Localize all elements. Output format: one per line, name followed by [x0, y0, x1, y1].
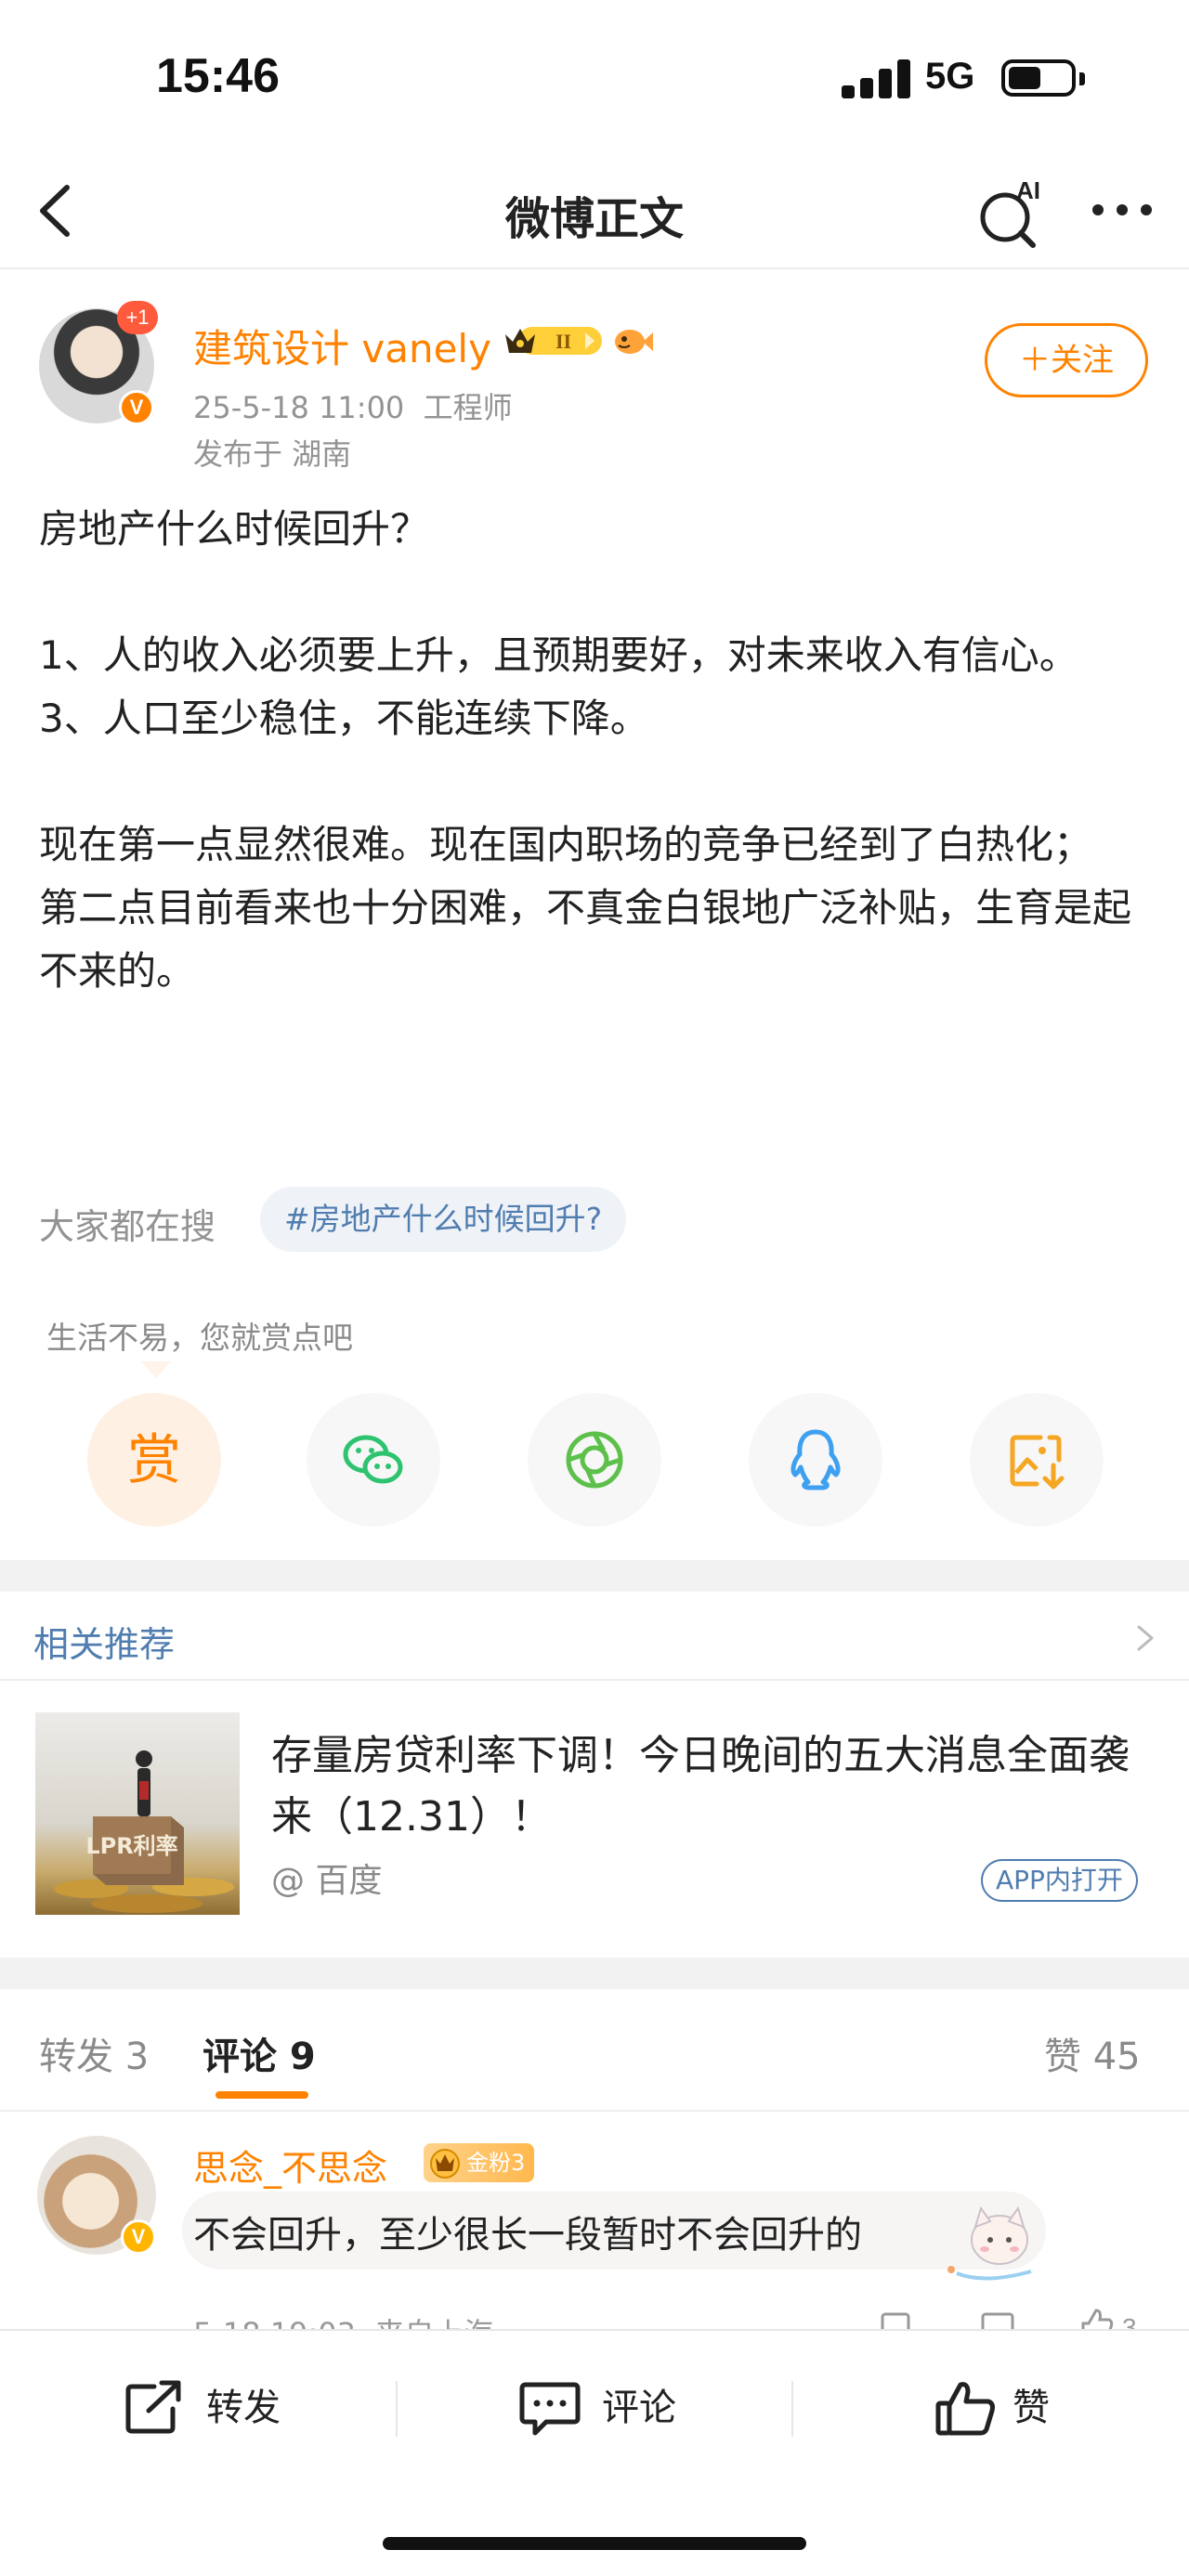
open-in-app-button[interactable]: APP内打开 [981, 1859, 1138, 1902]
nav-bar: 微博正文 AI [0, 158, 1189, 269]
battery-cap [1079, 72, 1085, 85]
post-location: 发布于 湖南 [193, 436, 352, 472]
like-icon [935, 2382, 995, 2436]
qq-icon [790, 1429, 841, 1490]
member-level-badge[interactable]: II [502, 321, 606, 360]
post-paragraph: 现在第一点显然很难。现在国内职场的竞争已经到了白热化； [39, 822, 1093, 867]
post-paragraph: 房地产什么时候回升？ [39, 506, 430, 552]
avatar-update-badge: +1 [117, 301, 158, 334]
save-image-button[interactable] [970, 1393, 1104, 1527]
comment-icon [519, 2382, 581, 2436]
fan-fish-icon [609, 323, 654, 360]
related-headline[interactable]: 存量房贷利率下调！今日晚间的五大消息全面袭来（12.31）！ [271, 1725, 1154, 1848]
save-image-icon [1010, 1435, 1065, 1490]
follow-button[interactable]: ＋关注 [985, 323, 1148, 397]
commenter-avatar[interactable]: V [37, 2136, 156, 2255]
status-time: 15:46 [156, 49, 280, 103]
section-divider [0, 1560, 1189, 1592]
tabs-divider [0, 2110, 1189, 2112]
fan-crown-icon [430, 2149, 460, 2179]
comment-button[interactable]: 评论 [518, 2375, 704, 2440]
more-icon[interactable] [1085, 191, 1159, 228]
verified-badge: V [119, 390, 154, 425]
status-bar: 15:46 5G [0, 0, 1189, 158]
post-meta: 25-5-18 11:00 工程师 [193, 390, 513, 425]
post-paragraph [39, 561, 1154, 624]
member-level-text: II [555, 330, 571, 353]
related-thumbnail[interactable]: LPR利率 [35, 1712, 240, 1915]
tab-reposts[interactable]: 转发 3 [39, 2026, 149, 2080]
battery-icon [1001, 59, 1076, 97]
bottom-separator [791, 2381, 793, 2437]
repost-button[interactable]: 转发 [123, 2375, 308, 2440]
bottom-action-bar: 转发 评论 赞 [0, 2329, 1189, 2576]
related-divider [0, 1679, 1189, 1681]
like-button[interactable]: 赞 [934, 2375, 1092, 2440]
ai-search-icon[interactable]: AI [975, 175, 1050, 249]
verified-badge: V [121, 2219, 156, 2255]
wechat-share-button[interactable] [307, 1393, 440, 1527]
author-name[interactable]: 建筑设计 vanely [193, 318, 491, 374]
tab-likes[interactable]: 赞 45 [1044, 2026, 1141, 2080]
hint-caret [141, 1361, 171, 1380]
active-tab-indicator [216, 2091, 308, 2099]
related-source: @ 百度 [271, 1862, 383, 1900]
trending-search-label: 大家都在搜 [39, 1206, 216, 1247]
tab-comments[interactable]: 评论 9 [203, 2026, 316, 2080]
network-type: 5G [925, 56, 975, 97]
comment-text: 不会回升，至少很长一段暂时不会回升的 [193, 2214, 862, 2257]
post-body: 房地产什么时候回升？ 1、人的收入必须要上升，且预期要好，对未来收入有信心。 3… [39, 498, 1154, 1003]
trending-search-tag[interactable]: #房地产什么时候回升? [260, 1187, 627, 1252]
repost-icon [125, 2380, 181, 2434]
home-indicator[interactable] [383, 2537, 806, 2550]
fan-level-text: 金粉3 [466, 2150, 526, 2176]
post-paragraph [39, 750, 1154, 813]
post-paragraph: 第二点目前看来也十分困难，不真金白银地广泛补贴，生育是起不来的。 [39, 885, 1132, 994]
fan-level-badge: 金粉3 [424, 2143, 535, 2182]
post-paragraph: 1、人的收入必须要上升，且预期要好，对未来收入有信心。 [39, 632, 1078, 678]
repost-label: 转发 [206, 2387, 281, 2429]
wechat-icon [343, 1435, 403, 1484]
reward-button[interactable]: 赏 [87, 1393, 221, 1527]
signal-icon [842, 59, 910, 98]
bottom-separator [396, 2381, 398, 2437]
ai-label: AI [1016, 176, 1040, 204]
commenter-name[interactable]: 思念_不思念 [193, 2140, 387, 2191]
author-avatar[interactable]: +1 V [39, 301, 158, 425]
qq-share-button[interactable] [749, 1393, 882, 1527]
related-recommendations-title[interactable]: 相关推荐 [33, 1616, 175, 1667]
thumbnail-label: LPR利率 [85, 1833, 177, 1859]
post-paragraph: 3、人口至少稳住，不能连续下降。 [39, 696, 649, 741]
reward-hint: 生活不易，您就赏点吧 [46, 1320, 353, 1356]
chevron-right-icon[interactable] [1131, 1620, 1159, 1657]
moments-icon [566, 1431, 623, 1489]
comment-label: 评论 [602, 2387, 676, 2429]
bubble-sticker-icon [929, 2195, 1059, 2288]
moments-share-button[interactable] [528, 1393, 661, 1527]
section-divider [0, 1958, 1189, 1989]
like-label: 赞 [1013, 2387, 1050, 2429]
